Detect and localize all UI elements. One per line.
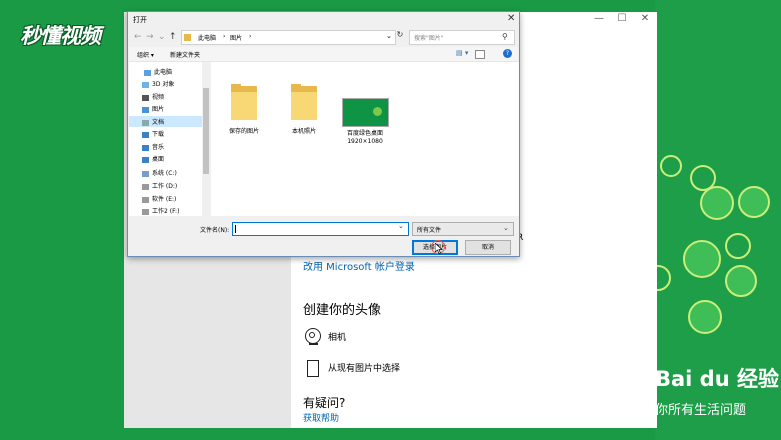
refresh-icon[interactable]: ↻ [395, 30, 405, 43]
thumbnail-logo [373, 107, 382, 116]
decoration-circle [738, 186, 770, 218]
drive-icon [142, 208, 149, 215]
close-button[interactable]: ✕ [636, 12, 654, 26]
drive-icon [142, 196, 149, 203]
downloads-icon [142, 131, 149, 138]
camera-icon[interactable] [305, 328, 321, 344]
preview-pane-icon[interactable] [475, 50, 485, 59]
back-icon[interactable]: ← [134, 32, 142, 42]
nav-item-3d[interactable]: 3D 对象 [142, 79, 174, 90]
dialog-bottom-bar: 文件名(N): ⌄ 所有文件 ⌄ 选择图片 取消 [129, 217, 518, 256]
nav-item-pictures[interactable]: 图片 [142, 104, 164, 115]
dialog-toolbar: 组织 ▾ 新建文件夹 ▤ ▾ ? [129, 47, 518, 62]
decoration-circle [725, 265, 757, 297]
view-options-icon[interactable]: ▤ ▾ [456, 49, 468, 57]
drive-icon [142, 183, 149, 190]
organize-button[interactable]: 组织 ▾ [137, 50, 154, 59]
file-size: 1920×1080 [347, 138, 383, 145]
dialog-close-icon[interactable]: ✕ [507, 13, 515, 24]
breadcrumb-pc[interactable]: 此电脑 [198, 33, 216, 42]
breadcrumb-sep: › [249, 33, 252, 40]
watermark-brand: Bai du 经验 [655, 367, 779, 391]
nav-scrollbar[interactable] [202, 62, 210, 216]
nav-item-music[interactable]: 音乐 [142, 142, 164, 153]
mouse-cursor-icon [435, 243, 443, 254]
nav-item-pc[interactable]: 此电脑 [144, 67, 172, 78]
pc-icon [144, 69, 151, 76]
camera-icon-base [309, 343, 318, 345]
decoration-circle [688, 300, 722, 334]
filetype-value: 所有文件 [417, 227, 442, 234]
search-input[interactable]: 搜索"图片" ⚲ [409, 30, 515, 45]
recent-icon[interactable]: ⌄ [158, 32, 166, 42]
folder-icon[interactable] [291, 84, 317, 120]
address-bar[interactable]: 此电脑 › 图片 › ⌄ [181, 30, 396, 45]
logo: 秒懂视频 [20, 24, 101, 48]
chevron-down-icon: ⌄ [503, 224, 509, 232]
nav-item-drive-d[interactable]: 工作 (D:) [142, 181, 177, 192]
desktop-icon [142, 156, 149, 163]
help-link[interactable]: 获取帮助 [303, 411, 339, 424]
filetype-select[interactable]: 所有文件 ⌄ [412, 222, 514, 236]
search-placeholder: 搜索"图片" [414, 35, 444, 42]
cancel-button[interactable]: 取消 [465, 240, 511, 255]
dialog-title: 打开 [133, 16, 147, 24]
help-heading: 有疑问? [303, 396, 346, 410]
browse-label[interactable]: 从现有图片中选择 [328, 361, 400, 374]
file-name[interactable]: 保存的图片 [214, 128, 274, 136]
ms-account-link[interactable]: 改用 Microsoft 帐户登录 [303, 258, 415, 273]
drive-icon [142, 170, 149, 177]
new-folder-button[interactable]: 新建文件夹 [170, 50, 200, 59]
text-caret [235, 225, 236, 233]
forward-icon[interactable]: → [146, 32, 154, 42]
nav-item-documents[interactable]: 文档 [142, 117, 164, 128]
decoration-circle [660, 155, 682, 177]
filename-dropdown-icon[interactable]: ⌄ [398, 222, 404, 230]
music-icon [142, 144, 149, 151]
breadcrumb-sep: › [223, 33, 226, 40]
nav-item-desktop[interactable]: 桌面 [142, 154, 164, 165]
nav-scrollbar-thumb[interactable] [203, 88, 209, 174]
address-dropdown-icon[interactable]: ⌄ [386, 32, 392, 40]
folder-icon [184, 34, 191, 41]
file-name[interactable]: 百度绿色桌面 [335, 130, 395, 138]
nav-item-videos[interactable]: 视频 [142, 92, 164, 103]
file-name[interactable]: 本机照片 [274, 128, 334, 136]
open-file-dialog: 打开 ✕ ← → ⌄ ↑ 此电脑 › 图片 › ⌄ ↻ 搜索"图片" ⚲ 组织 … [127, 11, 520, 257]
videos-icon [142, 94, 149, 101]
nav-selection-highlight [129, 116, 202, 127]
image-thumbnail[interactable] [342, 98, 389, 127]
filename-label: 文件名(N): [200, 227, 230, 234]
up-icon[interactable]: ↑ [169, 32, 177, 42]
decoration-circle [683, 240, 721, 278]
search-icon: ⚲ [502, 32, 508, 41]
nav-item-downloads[interactable]: 下载 [142, 129, 164, 140]
minimize-button[interactable]: — [590, 12, 608, 26]
3d-objects-icon [142, 81, 149, 88]
nav-item-drive-f[interactable]: 工作2 (F:) [142, 206, 179, 217]
nav-item-drive-c[interactable]: 系统 (C:) [142, 168, 177, 179]
decoration-circle [725, 233, 751, 259]
nav-item-drive-e[interactable]: 软件 (E:) [142, 194, 176, 205]
camera-label[interactable]: 相机 [328, 330, 346, 343]
avatar-heading: 创建你的头像 [303, 303, 382, 318]
navigation-pane: 此电脑 3D 对象 视频 图片 文档 下载 音乐 桌面 系统 (C:) 工作 (… [129, 62, 210, 216]
maximize-button[interactable]: ☐ [613, 12, 631, 26]
file-list-pane: 保存的图片 本机照片 百度绿色桌面 1920×1080 [211, 62, 519, 216]
pictures-icon [142, 106, 149, 113]
decoration-circle [700, 186, 734, 220]
documents-icon [142, 119, 149, 126]
breadcrumb-pictures[interactable]: 图片 [230, 33, 242, 42]
folder-icon[interactable] [231, 84, 257, 120]
watermark-slogan: 你所有生活问题 [655, 403, 747, 418]
help-icon[interactable]: ? [503, 49, 512, 58]
filename-input[interactable] [232, 222, 409, 236]
picture-icon[interactable] [307, 360, 319, 377]
